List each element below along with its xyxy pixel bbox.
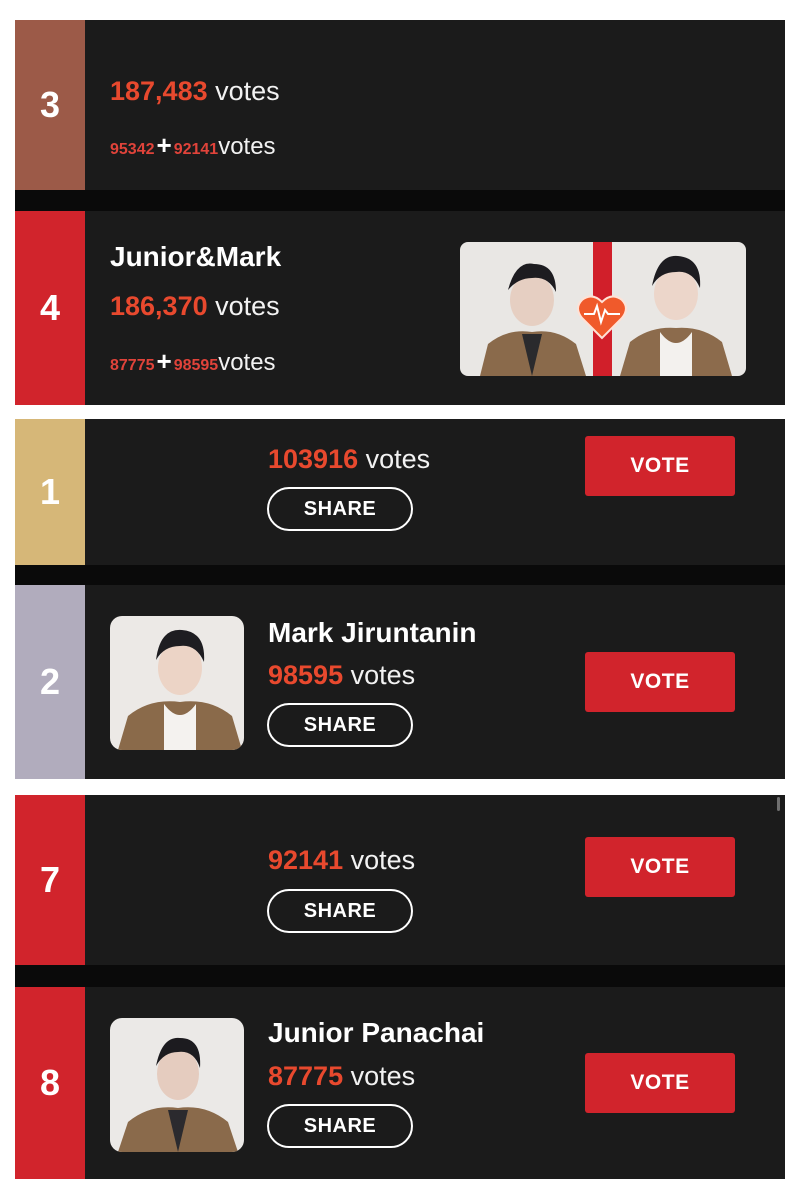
divider: [15, 965, 785, 987]
votes-word: votes: [350, 1061, 416, 1091]
rank-number: 3: [39, 84, 61, 125]
votes-word: votes: [218, 349, 276, 376]
junior-panachai-avatar: [110, 1018, 244, 1152]
scrollbar[interactable]: [777, 797, 780, 811]
votes-word: votes: [215, 76, 280, 106]
rank-number: 2: [39, 661, 61, 702]
vote-button[interactable]: VOTE: [585, 837, 735, 897]
duo-photo: [460, 242, 746, 376]
rank-badge: 3: [15, 20, 85, 190]
ranking-row-4: 4 Junior&Mark 186,370 votes 87775+ 98595v…: [15, 211, 785, 405]
votes-word: votes: [215, 291, 280, 321]
divider: [15, 190, 785, 211]
total-votes: 186,370 votes: [110, 291, 280, 322]
ranking-row-2: 2 Mark Jiruntanin 98595 votes SHARE VOTE: [15, 585, 785, 779]
votes-word: votes: [350, 660, 416, 690]
mark-jiruntanin-avatar: [110, 616, 244, 750]
vote-count-number: 98595: [268, 660, 344, 690]
vote-part-a: 87775: [110, 357, 155, 374]
rank-number: 4: [39, 287, 61, 328]
vote-count-number: 103916: [268, 444, 359, 474]
vote-breakdown: 87775+ 98595votes: [110, 346, 276, 377]
ranking-row-1: 1 103916 votes SHARE VOTE: [15, 419, 785, 565]
vote-count: 92141 votes: [268, 845, 415, 876]
ranking-row-7: 7 92141 votes SHARE VOTE: [15, 795, 785, 965]
vote-button[interactable]: VOTE: [585, 652, 735, 712]
total-votes: 187,483 votes: [110, 76, 280, 107]
share-button[interactable]: SHARE: [267, 1104, 413, 1148]
vote-button[interactable]: VOTE: [585, 436, 735, 496]
rank-badge: 8: [15, 987, 85, 1179]
plus-sign: +: [156, 130, 172, 160]
vote-count-number: 92141: [268, 845, 344, 875]
share-button[interactable]: SHARE: [267, 889, 413, 933]
votes-word: votes: [218, 133, 276, 160]
candidate-name: Mark Jiruntanin: [268, 617, 477, 648]
rank-badge: 7: [15, 795, 85, 965]
ranking-row-3: 3 187,483 votes 95342+ 92141votes: [15, 20, 785, 190]
rank-number: 8: [39, 1062, 61, 1103]
rank-number: 1: [39, 471, 61, 512]
rank-badge: 1: [15, 419, 85, 565]
vote-count: 103916 votes: [268, 444, 430, 475]
rank-badge: 2: [15, 585, 85, 779]
vote-count: 98595 votes: [268, 660, 415, 691]
vote-count-number: 87775: [268, 1061, 344, 1091]
vote-button[interactable]: VOTE: [585, 1053, 735, 1113]
vote-breakdown: 95342+ 92141votes: [110, 130, 276, 161]
plus-sign: +: [156, 346, 172, 376]
vote-part-b: 92141: [173, 141, 219, 158]
total-votes-count: 186,370: [110, 291, 208, 321]
rank-number: 7: [39, 859, 61, 900]
votes-word: votes: [365, 444, 431, 474]
total-votes-count: 187,483: [110, 76, 208, 106]
rank-badge: 4: [15, 211, 85, 405]
vote-count: 87775 votes: [268, 1061, 415, 1092]
vote-part-a: 95342: [110, 141, 155, 158]
share-button[interactable]: SHARE: [267, 487, 413, 531]
share-button[interactable]: SHARE: [267, 703, 413, 747]
vote-part-b: 98595: [173, 357, 219, 374]
votes-word: votes: [350, 845, 416, 875]
candidate-name: Junior Panachai: [268, 1017, 485, 1048]
pair-name: Junior&Mark: [110, 241, 282, 272]
divider: [15, 565, 785, 585]
ranking-row-8: 8 Junior Panachai 87775 votes SHARE VOTE: [15, 987, 785, 1179]
